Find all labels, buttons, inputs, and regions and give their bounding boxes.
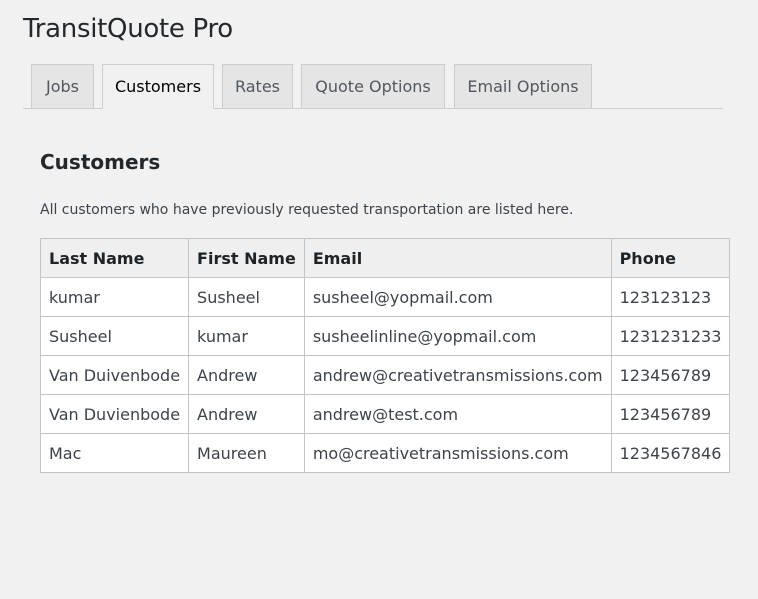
app-title: TransitQuote Pro bbox=[23, 14, 233, 44]
tab-rates[interactable]: Rates bbox=[222, 64, 293, 108]
cell-email: mo@creativetransmissions.com bbox=[303, 433, 612, 473]
tab-customers[interactable]: Customers bbox=[102, 64, 214, 109]
cell-last-name: Susheel bbox=[39, 316, 190, 356]
cell-last-name: kumar bbox=[39, 277, 190, 317]
cell-email: susheel@yopmail.com bbox=[303, 277, 612, 317]
cell-email: andrew@creativetransmissions.com bbox=[303, 355, 612, 395]
cell-first-name: Maureen bbox=[188, 433, 305, 473]
cell-first-name: kumar bbox=[188, 316, 305, 356]
tab-email-options[interactable]: Email Options bbox=[454, 64, 592, 108]
table-row: Mac Maureen mo@creativetransmissions.com… bbox=[39, 433, 731, 473]
cell-email: andrew@test.com bbox=[303, 394, 612, 434]
cell-phone: 1231231233 bbox=[610, 316, 731, 356]
cell-last-name: Mac bbox=[39, 433, 190, 473]
column-header-email: Email bbox=[303, 238, 612, 278]
column-header-last-name: Last Name bbox=[39, 238, 190, 278]
cell-phone: 1234567846 bbox=[610, 433, 731, 473]
tab-quote-options[interactable]: Quote Options bbox=[301, 64, 445, 108]
table-row: Van Duvienbode Andrew andrew@test.com 12… bbox=[39, 394, 731, 434]
cell-last-name: Van Duivenbode bbox=[39, 355, 190, 395]
customers-table: Last Name First Name Email Phone kumar S… bbox=[39, 238, 731, 473]
cell-phone: 123123123 bbox=[610, 277, 731, 317]
cell-phone: 123456789 bbox=[610, 355, 731, 395]
table-row: kumar Susheel susheel@yopmail.com 123123… bbox=[39, 277, 731, 317]
cell-last-name: Van Duvienbode bbox=[39, 394, 190, 434]
table-row: Van Duivenbode Andrew andrew@creativetra… bbox=[39, 355, 731, 395]
cell-first-name: Susheel bbox=[188, 277, 305, 317]
table-row: Susheel kumar susheelinline@yopmail.com … bbox=[39, 316, 731, 356]
column-header-phone: Phone bbox=[610, 238, 731, 278]
table-header-row: Last Name First Name Email Phone bbox=[39, 238, 731, 278]
cell-first-name: Andrew bbox=[188, 355, 305, 395]
section-description: All customers who have previously reques… bbox=[40, 202, 574, 218]
cell-email: susheelinline@yopmail.com bbox=[303, 316, 612, 356]
tab-bar: Jobs Customers Rates Quote Options Email… bbox=[23, 64, 723, 109]
column-header-first-name: First Name bbox=[188, 238, 305, 278]
section-title: Customers bbox=[40, 150, 161, 174]
cell-phone: 123456789 bbox=[610, 394, 731, 434]
cell-first-name: Andrew bbox=[188, 394, 305, 434]
tab-jobs[interactable]: Jobs bbox=[31, 64, 94, 108]
